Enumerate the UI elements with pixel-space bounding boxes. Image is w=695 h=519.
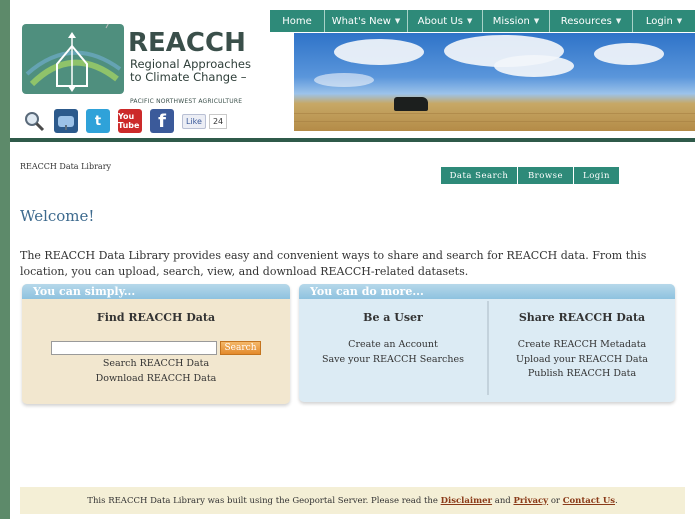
- privacy-link[interactable]: Privacy: [513, 496, 548, 506]
- disclaimer-link[interactable]: Disclaimer: [441, 496, 492, 506]
- page-footer: This REACCH Data Library was built using…: [20, 487, 685, 514]
- social-links: t You Tube f Like 24: [22, 108, 228, 134]
- nav-login[interactable]: Login ▼: [633, 10, 695, 32]
- nav-whats-new[interactable]: What's New ▼: [325, 10, 408, 32]
- wheat-house-icon: [25, 3, 122, 92]
- search-input[interactable]: [51, 341, 217, 355]
- logo-tagline: PACIFIC NORTHWEST AGRICULTURE: [130, 98, 243, 105]
- nav-home[interactable]: Home: [270, 10, 325, 32]
- login-button[interactable]: Login: [574, 167, 619, 184]
- breadcrumb: REACCH Data Library: [20, 162, 112, 171]
- header-divider: [10, 138, 695, 142]
- chevron-down-icon: ▼: [533, 17, 540, 25]
- nav-mission[interactable]: Mission ▼: [483, 10, 550, 32]
- find-data-title: Find REACCH Data: [96, 311, 216, 324]
- chevron-down-icon: ▼: [394, 17, 401, 25]
- nav-resources[interactable]: Resources ▼: [550, 10, 633, 32]
- find-data-panel: You can simply... Find REACCH Data Searc…: [22, 284, 290, 404]
- download-data-link[interactable]: Download REACCH Data: [22, 372, 290, 387]
- library-nav: Data Search Browse Login: [441, 167, 619, 184]
- panel-header: You can simply...: [22, 284, 290, 299]
- page: REACCH Regional Approaches to Climate Ch…: [10, 0, 695, 519]
- chevron-down-icon: ▼: [615, 17, 622, 25]
- search-row: Search: [22, 341, 290, 355]
- logo-subtitle: Regional Approaches to Climate Change –: [130, 57, 251, 84]
- search-button[interactable]: Search: [220, 341, 261, 355]
- intro-text: The REACCH Data Library provides easy an…: [20, 249, 647, 278]
- be-a-user-title: Be a User: [363, 311, 423, 324]
- reacch-logo[interactable]: REACCH Regional Approaches to Climate Ch…: [22, 3, 272, 105]
- upload-data-link[interactable]: Upload your REACCH Data: [489, 353, 675, 368]
- page-title: Welcome!: [20, 207, 95, 225]
- share-data-column: Share REACCH Data Create REACCH Metadata…: [489, 299, 675, 402]
- contact-us-link[interactable]: Contact Us: [563, 496, 615, 506]
- save-searches-link[interactable]: Save your REACCH Searches: [299, 353, 487, 368]
- site-header: REACCH Regional Approaches to Climate Ch…: [10, 0, 695, 138]
- find-data-column: Find REACCH Data Search Search REACCH Da…: [22, 299, 290, 402]
- like-button[interactable]: Like: [182, 113, 206, 129]
- publish-data-link[interactable]: Publish REACCH Data: [489, 367, 675, 382]
- facebook-like[interactable]: Like 24: [182, 113, 228, 129]
- logo-title: REACCH: [128, 28, 246, 58]
- twitter-icon[interactable]: t: [86, 109, 110, 133]
- chevron-down-icon: ▼: [466, 17, 473, 25]
- header-banner-image: [294, 33, 695, 131]
- top-nav: Home What's New ▼ About Us ▼ Mission ▼ Reso…: [270, 10, 695, 32]
- youtube-icon[interactable]: You Tube: [118, 109, 142, 133]
- nav-about-us[interactable]: About Us ▼: [408, 10, 483, 32]
- create-metadata-link[interactable]: Create REACCH Metadata: [489, 338, 675, 353]
- create-account-link[interactable]: Create an Account: [299, 338, 487, 353]
- share-data-title: Share REACCH Data: [518, 311, 646, 324]
- like-count: 24: [208, 113, 228, 129]
- browse-button[interactable]: Browse: [518, 167, 573, 184]
- mailbox-icon[interactable]: [54, 109, 78, 133]
- logo-emblem: [22, 3, 124, 94]
- facebook-icon[interactable]: f: [150, 109, 174, 133]
- search-data-link[interactable]: Search REACCH Data: [22, 357, 290, 372]
- be-a-user-column: Be a User Create an Account Save your RE…: [299, 299, 487, 402]
- magnifier-icon[interactable]: [22, 109, 46, 133]
- panel-header: You can do more...: [299, 284, 675, 299]
- data-search-button[interactable]: Data Search: [441, 167, 517, 184]
- do-more-panel: You can do more... Be a User Create an A…: [299, 284, 675, 402]
- combine-harvester: [394, 97, 428, 111]
- chevron-down-icon: ▼: [676, 17, 683, 25]
